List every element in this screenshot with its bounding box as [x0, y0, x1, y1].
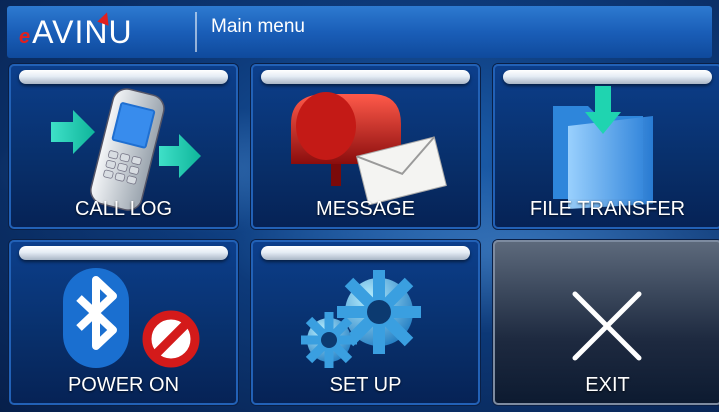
- file-transfer-button[interactable]: FILE TRANSFER: [493, 64, 719, 229]
- logo-e: e: [19, 25, 31, 48]
- header-bar: e AVINU Main menu: [7, 6, 712, 58]
- power-on-button[interactable]: POWER ON: [9, 240, 238, 405]
- set-up-button[interactable]: SET UP: [251, 240, 480, 405]
- exit-button[interactable]: EXIT: [493, 240, 719, 405]
- page-title: Main menu: [211, 16, 305, 37]
- logo-text: AVINU: [32, 13, 133, 50]
- tile-label: POWER ON: [67, 374, 180, 396]
- tile-label: CALL LOG: [74, 198, 173, 220]
- message-button[interactable]: MESSAGE: [251, 64, 480, 229]
- tile-label: MESSAGE: [316, 198, 415, 220]
- call-log-button[interactable]: CALL LOG: [9, 64, 238, 229]
- avinu-logo: e AVINU: [19, 10, 197, 52]
- tile-label: SET UP: [329, 374, 402, 396]
- tile-label: EXIT: [585, 374, 630, 396]
- tile-label: FILE TRANSFER: [529, 198, 686, 220]
